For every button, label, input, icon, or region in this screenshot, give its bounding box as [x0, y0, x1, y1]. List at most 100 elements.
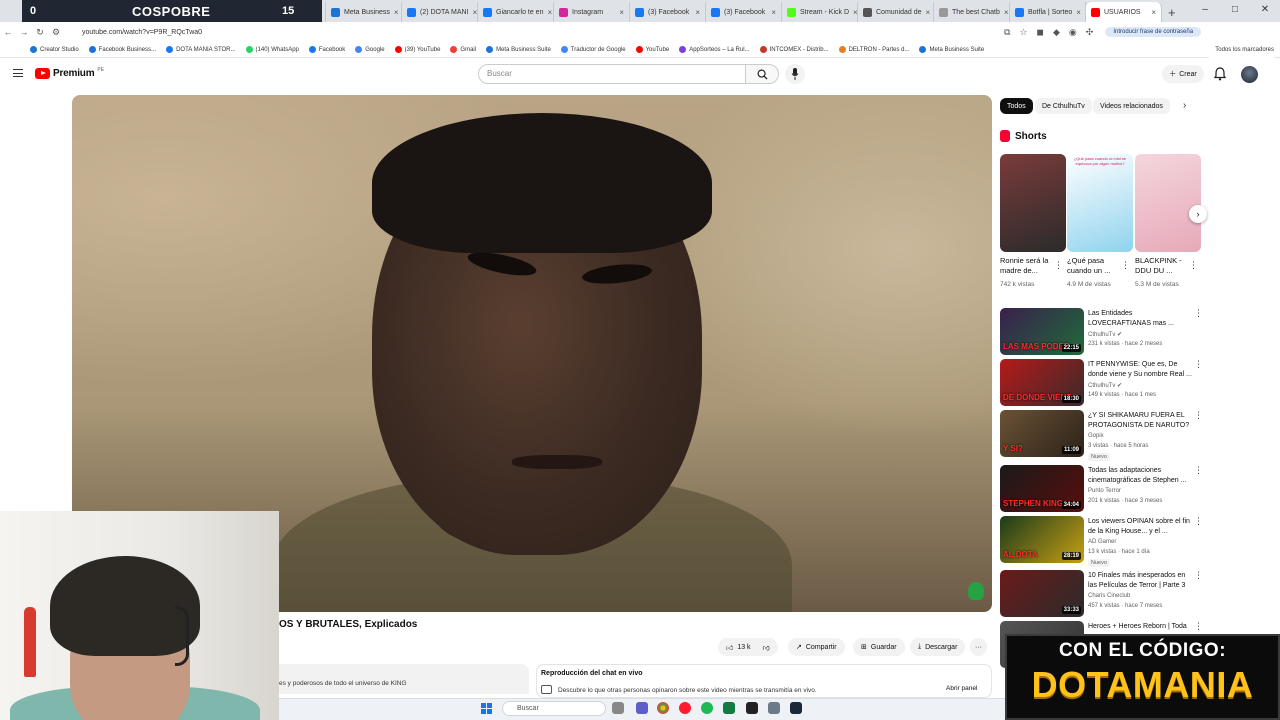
close-tab-icon[interactable]: × [853, 8, 857, 17]
more-options-icon[interactable]: ⋮ [1194, 621, 1203, 632]
browser-tab[interactable]: Botfla | Sorteo × [1010, 2, 1086, 22]
dislike-icon[interactable]: 👎︎ [763, 643, 770, 652]
browser-tab[interactable]: Stream - Kick D × [782, 2, 858, 22]
channel-name[interactable]: AD Gamer [1088, 539, 1116, 545]
short-title[interactable]: ¿Qué pasa cuando un ... [1067, 256, 1119, 276]
task-view-icon[interactable] [612, 702, 624, 714]
channel-name[interactable]: Punto Terror [1088, 488, 1121, 494]
chip-channel[interactable]: De CthulhuTv [1035, 98, 1092, 114]
search-input[interactable]: Buscar [478, 64, 746, 84]
extension-icon[interactable]: ◼ [1037, 27, 1044, 38]
voice-search-button[interactable] [785, 64, 805, 84]
video-thumbnail[interactable]: DE DONDE VIENE 18:30 [1000, 359, 1084, 406]
url-field[interactable]: youtube.com/watch?v=P9R_RQcTwa0 [74, 25, 994, 40]
close-tab-icon[interactable]: × [1151, 8, 1156, 17]
channel-name[interactable]: CthulhuTv ✔ [1088, 331, 1122, 338]
menu-icon[interactable] [13, 69, 23, 77]
bookmark-item[interactable]: Facebook [308, 46, 345, 53]
bookmark-item[interactable]: INTCOMEX - Distrib... [759, 46, 829, 53]
close-tab-icon[interactable]: × [619, 8, 624, 17]
video-thumbnail[interactable]: 33:33 [1000, 570, 1084, 617]
video-title-link[interactable]: Los viewers OPINAN sobre el fin de la Ki… [1088, 517, 1192, 537]
minimize-button[interactable]: – [1190, 0, 1220, 20]
channel-name[interactable]: CthulhuTv ✔ [1088, 382, 1122, 389]
short-thumbnail[interactable] [1135, 154, 1201, 252]
browser-tab[interactable]: USUARIOS × [1086, 2, 1162, 22]
bookmark-item[interactable]: Gmail [450, 46, 476, 53]
video-thumbnail[interactable]: AL DOTA 28:19 [1000, 516, 1084, 563]
maximize-button[interactable]: □ [1220, 0, 1250, 20]
description-box[interactable] [279, 664, 529, 694]
site-info-icon[interactable]: ⚙ [48, 27, 64, 38]
short-title[interactable]: Ronnie será la madre de... [1000, 256, 1052, 276]
forward-arrow-icon[interactable]: → [16, 27, 32, 37]
more-options-icon[interactable]: ⋮ [1121, 260, 1130, 271]
windows-start-icon[interactable] [481, 703, 492, 714]
steam-icon[interactable] [790, 702, 802, 714]
bookmark-star-icon[interactable]: ☆ [1019, 27, 1027, 38]
browser-tab[interactable]: The best Chatb × [934, 2, 1010, 22]
save-button[interactable]: ⊞ Guardar [853, 638, 905, 656]
chip-all[interactable]: Todos [1000, 98, 1033, 114]
close-tab-icon[interactable]: × [1004, 8, 1009, 17]
browser-tab[interactable]: (3) Facebook × [630, 2, 706, 22]
close-window-button[interactable]: ✕ [1250, 0, 1280, 20]
channel-name[interactable]: Charis Cineclub [1088, 593, 1130, 599]
password-hint-chip[interactable]: Introducir frase de contraseña [1105, 27, 1202, 37]
chevron-right-icon[interactable]: › [1183, 100, 1186, 111]
back-arrow-icon[interactable]: ← [0, 27, 16, 37]
close-tab-icon[interactable]: × [472, 8, 477, 17]
more-actions-button[interactable]: ··· [970, 638, 987, 656]
bookmark-item[interactable]: Google [355, 46, 385, 53]
bookmark-item[interactable]: DELTRON - Partes d... [838, 46, 909, 53]
excel-icon[interactable] [723, 702, 735, 714]
notifications-bell-icon[interactable] [1213, 67, 1227, 86]
more-options-icon[interactable]: ⋮ [1189, 260, 1198, 271]
chrome-icon[interactable] [657, 702, 669, 714]
search-button[interactable] [745, 64, 779, 84]
close-tab-icon[interactable]: × [926, 8, 931, 17]
install-app-icon[interactable]: ⧉ [1004, 27, 1010, 38]
close-tab-icon[interactable]: × [771, 8, 776, 17]
bookmark-item[interactable]: Facebook Business... [88, 46, 156, 53]
bookmark-item[interactable]: YouTube [635, 46, 669, 53]
close-tab-icon[interactable]: × [695, 8, 700, 17]
video-thumbnail[interactable]: LAS MAS PODER 22:15 [1000, 308, 1084, 355]
short-thumbnail[interactable]: ¿Qué pasa cuando un idol se equivoca por… [1067, 154, 1133, 252]
video-title-link[interactable]: Todas las adaptaciones cinematográficas … [1088, 466, 1192, 486]
bookmark-item[interactable]: AppSorteos – La Rul... [679, 46, 750, 53]
channel-name[interactable]: Gopix [1088, 433, 1104, 439]
video-thumbnail[interactable]: Y SI? 11:09 [1000, 410, 1084, 457]
more-options-icon[interactable]: ⋮ [1194, 410, 1203, 421]
channel-watermark-icon[interactable] [968, 582, 984, 600]
short-title[interactable]: BLACKPINK - DDU DU ... [1135, 256, 1187, 276]
video-title-link[interactable]: ¿Y SI SHIKAMARU FUERA EL PROTAGONISTA DE… [1088, 411, 1192, 431]
bookmark-item[interactable]: Meta Business Suite [486, 46, 551, 53]
puzzle-icon[interactable]: ✣ [1086, 27, 1094, 38]
more-options-icon[interactable]: ⋮ [1194, 359, 1203, 370]
video-thumbnail[interactable]: STEPHEN KING 34:04 [1000, 465, 1084, 512]
more-options-icon[interactable]: ⋮ [1194, 570, 1203, 581]
bookmark-item[interactable]: (140) WhatsApp [245, 46, 299, 53]
video-title-link[interactable]: IT PENNYWISE: Que es, De donde viene y S… [1088, 360, 1192, 380]
close-tab-icon[interactable]: × [394, 8, 399, 17]
browser-tab[interactable]: Comunidad de × [858, 2, 934, 22]
new-tab-button[interactable]: + [1162, 2, 1182, 22]
teams-icon[interactable] [636, 702, 648, 714]
all-bookmarks-button[interactable]: Todos los marcadores [1209, 42, 1274, 58]
browser-tab[interactable]: (2) DOTA MANI × [402, 2, 478, 22]
video-title-link[interactable]: Las Entidades LOVECRAFTIANAS mas ... [1088, 309, 1192, 329]
bookmark-item[interactable]: Creator Studio [30, 46, 79, 53]
browser-tab[interactable]: (3) Facebook × [706, 2, 782, 22]
video-title-link[interactable]: 10 Finales más inesperados en las Pelícu… [1088, 571, 1192, 591]
like-button[interactable]: 👍︎ 13 k 👎︎ [718, 638, 778, 656]
shorts-next-button[interactable]: › [1189, 205, 1207, 223]
bookmark-item[interactable]: Meta Business Suite [919, 46, 984, 53]
more-options-icon[interactable]: ⋮ [1194, 308, 1203, 319]
taskbar-search[interactable]: Buscar [502, 701, 606, 716]
bookmark-item[interactable]: Traductor de Google [560, 46, 626, 53]
app-icon[interactable] [768, 702, 780, 714]
more-options-icon[interactable]: ⋮ [1194, 465, 1203, 476]
opera-icon[interactable] [679, 702, 691, 714]
open-panel-button[interactable]: Abrir panel [946, 685, 977, 692]
